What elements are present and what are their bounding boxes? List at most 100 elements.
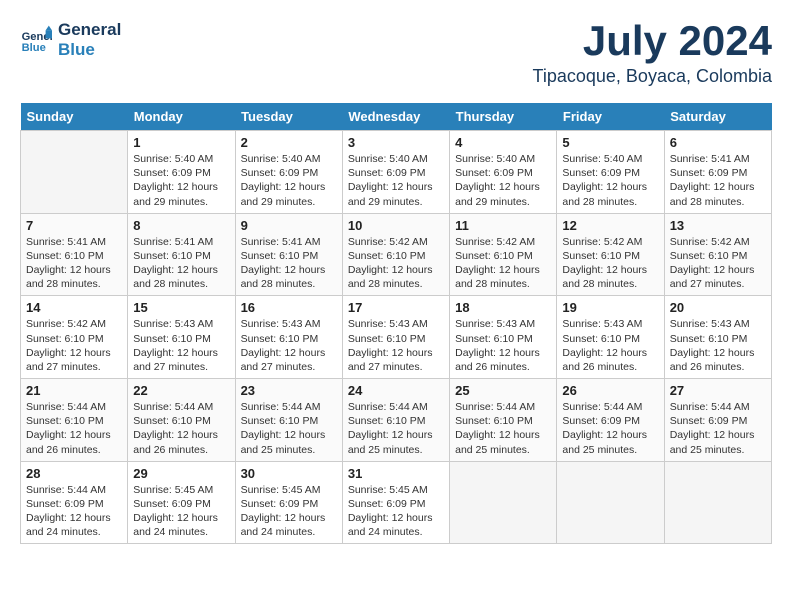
week-row-4: 21 Sunrise: 5:44 AM Sunset: 6:10 PM Dayli… — [21, 379, 772, 462]
day-info: Sunrise: 5:43 AM Sunset: 6:10 PM Dayligh… — [348, 317, 444, 374]
logo: General Blue General Blue — [20, 20, 121, 59]
day-info: Sunrise: 5:45 AM Sunset: 6:09 PM Dayligh… — [241, 483, 337, 540]
day-number: 24 — [348, 383, 444, 398]
calendar-cell: 18Sunrise: 5:43 AM Sunset: 6:10 PM Dayli… — [450, 296, 557, 379]
calendar-cell: 10 Sunrise: 5:42 AM Sunset: 6:10 PM Dayli… — [342, 213, 449, 296]
day-info: Sunrise: 5:41 AM Sunset: 6:09 PM Dayligh… — [670, 152, 766, 209]
calendar-cell: 27Sunrise: 5:44 AM Sunset: 6:09 PM Dayli… — [664, 379, 771, 462]
week-row-3: 14 Sunrise: 5:42 AM Sunset: 6:10 PM Dayli… — [21, 296, 772, 379]
col-header-saturday: Saturday — [664, 103, 771, 131]
day-info: Sunrise: 5:40 AM Sunset: 6:09 PM Dayligh… — [241, 152, 337, 209]
logo-blue: Blue — [58, 40, 121, 60]
day-number: 13 — [670, 218, 766, 233]
day-number: 8 — [133, 218, 229, 233]
calendar-cell: 29Sunrise: 5:45 AM Sunset: 6:09 PM Dayli… — [128, 461, 235, 544]
calendar-cell: 20Sunrise: 5:43 AM Sunset: 6:10 PM Dayli… — [664, 296, 771, 379]
day-info: Sunrise: 5:44 AM Sunset: 6:10 PM Dayligh… — [455, 400, 551, 457]
calendar-cell: 21 Sunrise: 5:44 AM Sunset: 6:10 PM Dayli… — [21, 379, 128, 462]
day-number: 28 — [26, 466, 122, 481]
calendar-cell: 12 Sunrise: 5:42 AM Sunset: 6:10 PM Dayli… — [557, 213, 664, 296]
header: General Blue General Blue July 2024 Tipa… — [20, 20, 772, 87]
calendar-cell — [664, 461, 771, 544]
calendar-cell: 17 Sunrise: 5:43 AM Sunset: 6:10 PM Dayli… — [342, 296, 449, 379]
calendar-cell: 2 Sunrise: 5:40 AM Sunset: 6:09 PM Daylig… — [235, 131, 342, 214]
calendar-cell: 11 Sunrise: 5:42 AM Sunset: 6:10 PM Dayli… — [450, 213, 557, 296]
day-info: Sunrise: 5:43 AM Sunset: 6:10 PM Dayligh… — [455, 317, 551, 374]
day-info: Sunrise: 5:42 AM Sunset: 6:10 PM Dayligh… — [26, 317, 122, 374]
calendar-cell: 9 Sunrise: 5:41 AM Sunset: 6:10 PM Daylig… — [235, 213, 342, 296]
day-info: Sunrise: 5:42 AM Sunset: 6:10 PM Dayligh… — [562, 235, 658, 292]
calendar-cell — [21, 131, 128, 214]
calendar-cell: 5 Sunrise: 5:40 AM Sunset: 6:09 PM Daylig… — [557, 131, 664, 214]
day-info: Sunrise: 5:42 AM Sunset: 6:10 PM Dayligh… — [455, 235, 551, 292]
day-number: 10 — [348, 218, 444, 233]
day-number: 14 — [26, 300, 122, 315]
calendar-cell: 15Sunrise: 5:43 AM Sunset: 6:10 PM Dayli… — [128, 296, 235, 379]
col-header-friday: Friday — [557, 103, 664, 131]
location-title: Tipacoque, Boyaca, Colombia — [533, 66, 772, 87]
header-row: SundayMondayTuesdayWednesdayThursdayFrid… — [21, 103, 772, 131]
calendar-cell: 4Sunrise: 5:40 AM Sunset: 6:09 PM Daylig… — [450, 131, 557, 214]
calendar-cell: 30 Sunrise: 5:45 AM Sunset: 6:09 PM Dayli… — [235, 461, 342, 544]
day-info: Sunrise: 5:44 AM Sunset: 6:10 PM Dayligh… — [241, 400, 337, 457]
calendar-cell: 28 Sunrise: 5:44 AM Sunset: 6:09 PM Dayli… — [21, 461, 128, 544]
month-title: July 2024 — [533, 20, 772, 62]
day-number: 31 — [348, 466, 444, 481]
calendar-table: SundayMondayTuesdayWednesdayThursdayFrid… — [20, 103, 772, 544]
day-number: 22 — [133, 383, 229, 398]
day-info: Sunrise: 5:43 AM Sunset: 6:10 PM Dayligh… — [562, 317, 658, 374]
day-info: Sunrise: 5:42 AM Sunset: 6:10 PM Dayligh… — [670, 235, 766, 292]
day-number: 5 — [562, 135, 658, 150]
day-info: Sunrise: 5:41 AM Sunset: 6:10 PM Dayligh… — [26, 235, 122, 292]
day-number: 19 — [562, 300, 658, 315]
day-number: 21 — [26, 383, 122, 398]
day-number: 6 — [670, 135, 766, 150]
week-row-1: 1Sunrise: 5:40 AM Sunset: 6:09 PM Daylig… — [21, 131, 772, 214]
day-number: 15 — [133, 300, 229, 315]
day-info: Sunrise: 5:44 AM Sunset: 6:10 PM Dayligh… — [26, 400, 122, 457]
day-number: 26 — [562, 383, 658, 398]
day-number: 16 — [241, 300, 337, 315]
day-info: Sunrise: 5:44 AM Sunset: 6:10 PM Dayligh… — [133, 400, 229, 457]
day-info: Sunrise: 5:40 AM Sunset: 6:09 PM Dayligh… — [562, 152, 658, 209]
calendar-cell: 13 Sunrise: 5:42 AM Sunset: 6:10 PM Dayli… — [664, 213, 771, 296]
calendar-cell: 7 Sunrise: 5:41 AM Sunset: 6:10 PM Daylig… — [21, 213, 128, 296]
day-info: Sunrise: 5:42 AM Sunset: 6:10 PM Dayligh… — [348, 235, 444, 292]
day-info: Sunrise: 5:41 AM Sunset: 6:10 PM Dayligh… — [133, 235, 229, 292]
day-number: 29 — [133, 466, 229, 481]
day-info: Sunrise: 5:44 AM Sunset: 6:09 PM Dayligh… — [26, 483, 122, 540]
col-header-tuesday: Tuesday — [235, 103, 342, 131]
day-info: Sunrise: 5:44 AM Sunset: 6:09 PM Dayligh… — [562, 400, 658, 457]
calendar-cell — [557, 461, 664, 544]
day-number: 17 — [348, 300, 444, 315]
col-header-wednesday: Wednesday — [342, 103, 449, 131]
day-number: 12 — [562, 218, 658, 233]
svg-text:Blue: Blue — [22, 42, 46, 54]
day-info: Sunrise: 5:40 AM Sunset: 6:09 PM Dayligh… — [133, 152, 229, 209]
calendar-cell: 8 Sunrise: 5:41 AM Sunset: 6:10 PM Daylig… — [128, 213, 235, 296]
day-info: Sunrise: 5:43 AM Sunset: 6:10 PM Dayligh… — [670, 317, 766, 374]
week-row-5: 28 Sunrise: 5:44 AM Sunset: 6:09 PM Dayli… — [21, 461, 772, 544]
day-number: 11 — [455, 218, 551, 233]
col-header-monday: Monday — [128, 103, 235, 131]
day-number: 25 — [455, 383, 551, 398]
calendar-cell: 24 Sunrise: 5:44 AM Sunset: 6:10 PM Dayli… — [342, 379, 449, 462]
calendar-cell: 3Sunrise: 5:40 AM Sunset: 6:09 PM Daylig… — [342, 131, 449, 214]
calendar-cell — [450, 461, 557, 544]
day-number: 2 — [241, 135, 337, 150]
logo-general: General — [58, 20, 121, 40]
calendar-cell: 22 Sunrise: 5:44 AM Sunset: 6:10 PM Dayli… — [128, 379, 235, 462]
day-number: 9 — [241, 218, 337, 233]
day-number: 30 — [241, 466, 337, 481]
day-number: 7 — [26, 218, 122, 233]
day-info: Sunrise: 5:40 AM Sunset: 6:09 PM Dayligh… — [455, 152, 551, 209]
day-info: Sunrise: 5:40 AM Sunset: 6:09 PM Dayligh… — [348, 152, 444, 209]
day-info: Sunrise: 5:41 AM Sunset: 6:10 PM Dayligh… — [241, 235, 337, 292]
logo-icon: General Blue — [20, 24, 52, 56]
day-number: 23 — [241, 383, 337, 398]
day-info: Sunrise: 5:44 AM Sunset: 6:10 PM Dayligh… — [348, 400, 444, 457]
col-header-sunday: Sunday — [21, 103, 128, 131]
week-row-2: 7 Sunrise: 5:41 AM Sunset: 6:10 PM Daylig… — [21, 213, 772, 296]
calendar-cell: 14 Sunrise: 5:42 AM Sunset: 6:10 PM Dayli… — [21, 296, 128, 379]
calendar-cell: 16Sunrise: 5:43 AM Sunset: 6:10 PM Dayli… — [235, 296, 342, 379]
